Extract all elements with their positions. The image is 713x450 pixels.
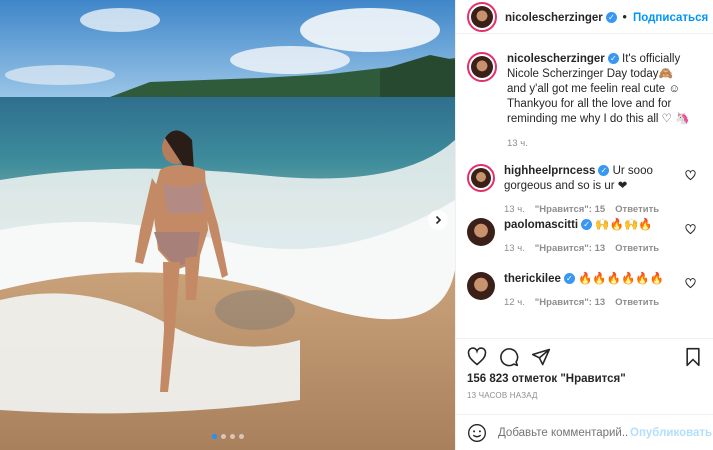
like-comment-heart-icon[interactable] [685,170,696,181]
verified-badge-icon: ✓ [581,219,593,231]
avatar-image [471,56,493,78]
verified-badge-icon: ✓ [607,53,619,65]
comment-time[interactable]: 13 ч. [504,243,525,254]
beach-photo [0,0,455,450]
verified-badge-icon: ✓ [598,165,610,177]
comment-likes[interactable]: "Нравится": 13 [535,297,605,308]
avatar-image [467,272,495,300]
caption-username[interactable]: nicolescherzinger [507,53,605,65]
carousel-dot [220,434,226,439]
comment-text: 🙌🔥🙌🔥 [595,219,653,231]
author-username[interactable]: nicolescherzinger [505,12,603,24]
avatar[interactable] [467,164,495,192]
action-icons [467,347,551,367]
post-side-panel: nicolescherzinger ✓ • Подписаться nicolesc… [455,0,713,450]
verified-badge-icon: ✓ [563,273,575,285]
carousel-dot [238,434,244,439]
post-header: nicolescherzinger ✓ • Подписаться [456,0,713,34]
comment-item: paolomascitti ✓ 🙌🔥🙌🔥 13 ч. "Нравится": 13… [456,218,713,272]
bookmark-icon[interactable] [683,347,703,367]
comment-username[interactable]: therickilee [504,273,561,285]
post-photo[interactable] [0,0,455,450]
next-slide-button[interactable] [428,210,448,230]
comment-likes[interactable]: "Нравится": 13 [535,243,605,254]
caption-time[interactable]: 13 ч. [507,138,528,149]
avatar[interactable] [467,218,495,246]
publish-button[interactable]: Опубликовать [630,427,712,439]
comment-text: 🔥🔥🔥🔥🔥🔥 [578,273,665,285]
comment-icon[interactable] [499,347,519,367]
post-time-ago[interactable]: 13 ЧАСОВ НАЗАД [467,391,538,400]
post-actions: 156 823 отметок "Нравится" 13 ЧАСОВ НАЗА… [456,338,713,450]
verified-badge-icon: ✓ [605,12,617,24]
reply-button[interactable]: Ответить [615,243,659,254]
carousel-dot [229,434,235,439]
avatar[interactable] [467,272,495,300]
comments-list: nicolescherzinger ✓ It's officially Nicol… [456,52,713,326]
heart-icon[interactable] [467,347,487,367]
avatar-image [471,5,493,28]
chevron-right-icon [435,215,442,225]
instagram-post: nicolescherzinger ✓ • Подписаться nicolesc… [0,0,713,450]
add-comment-bar: Опубликовать [456,414,713,450]
follow-button[interactable]: Подписаться [633,12,708,24]
comment-input[interactable] [498,427,628,439]
reply-button[interactable]: Ответить [615,204,659,215]
comment-username[interactable]: paolomascitti [504,219,578,231]
avatar[interactable] [467,52,497,82]
emoji-icon[interactable] [467,423,487,443]
reply-button[interactable]: Ответить [615,297,659,308]
share-icon[interactable] [531,347,551,367]
likes-count[interactable]: 156 823 отметок "Нравится" [467,373,626,385]
comment-likes[interactable]: "Нравится": 15 [535,204,605,215]
avatar-image [467,218,495,246]
comment-time[interactable]: 13 ч. [504,204,525,215]
like-comment-heart-icon[interactable] [685,278,696,289]
like-comment-heart-icon[interactable] [685,224,696,235]
comment-time[interactable]: 12 ч. [504,297,525,308]
separator: • [622,9,627,24]
comment-username[interactable]: highheelprncess [504,165,595,177]
carousel-dot [211,434,217,439]
caption: nicolescherzinger ✓ It's officially Nicol… [456,52,713,164]
avatar[interactable] [467,1,497,32]
carousel-indicator [0,434,455,439]
comment-item: highheelprncess ✓ Ur sooo gorgeous and so… [456,164,713,218]
comment-item: therickilee ✓ 🔥🔥🔥🔥🔥🔥 12 ч. "Нравится": 13… [456,272,713,326]
avatar-image [471,168,491,188]
